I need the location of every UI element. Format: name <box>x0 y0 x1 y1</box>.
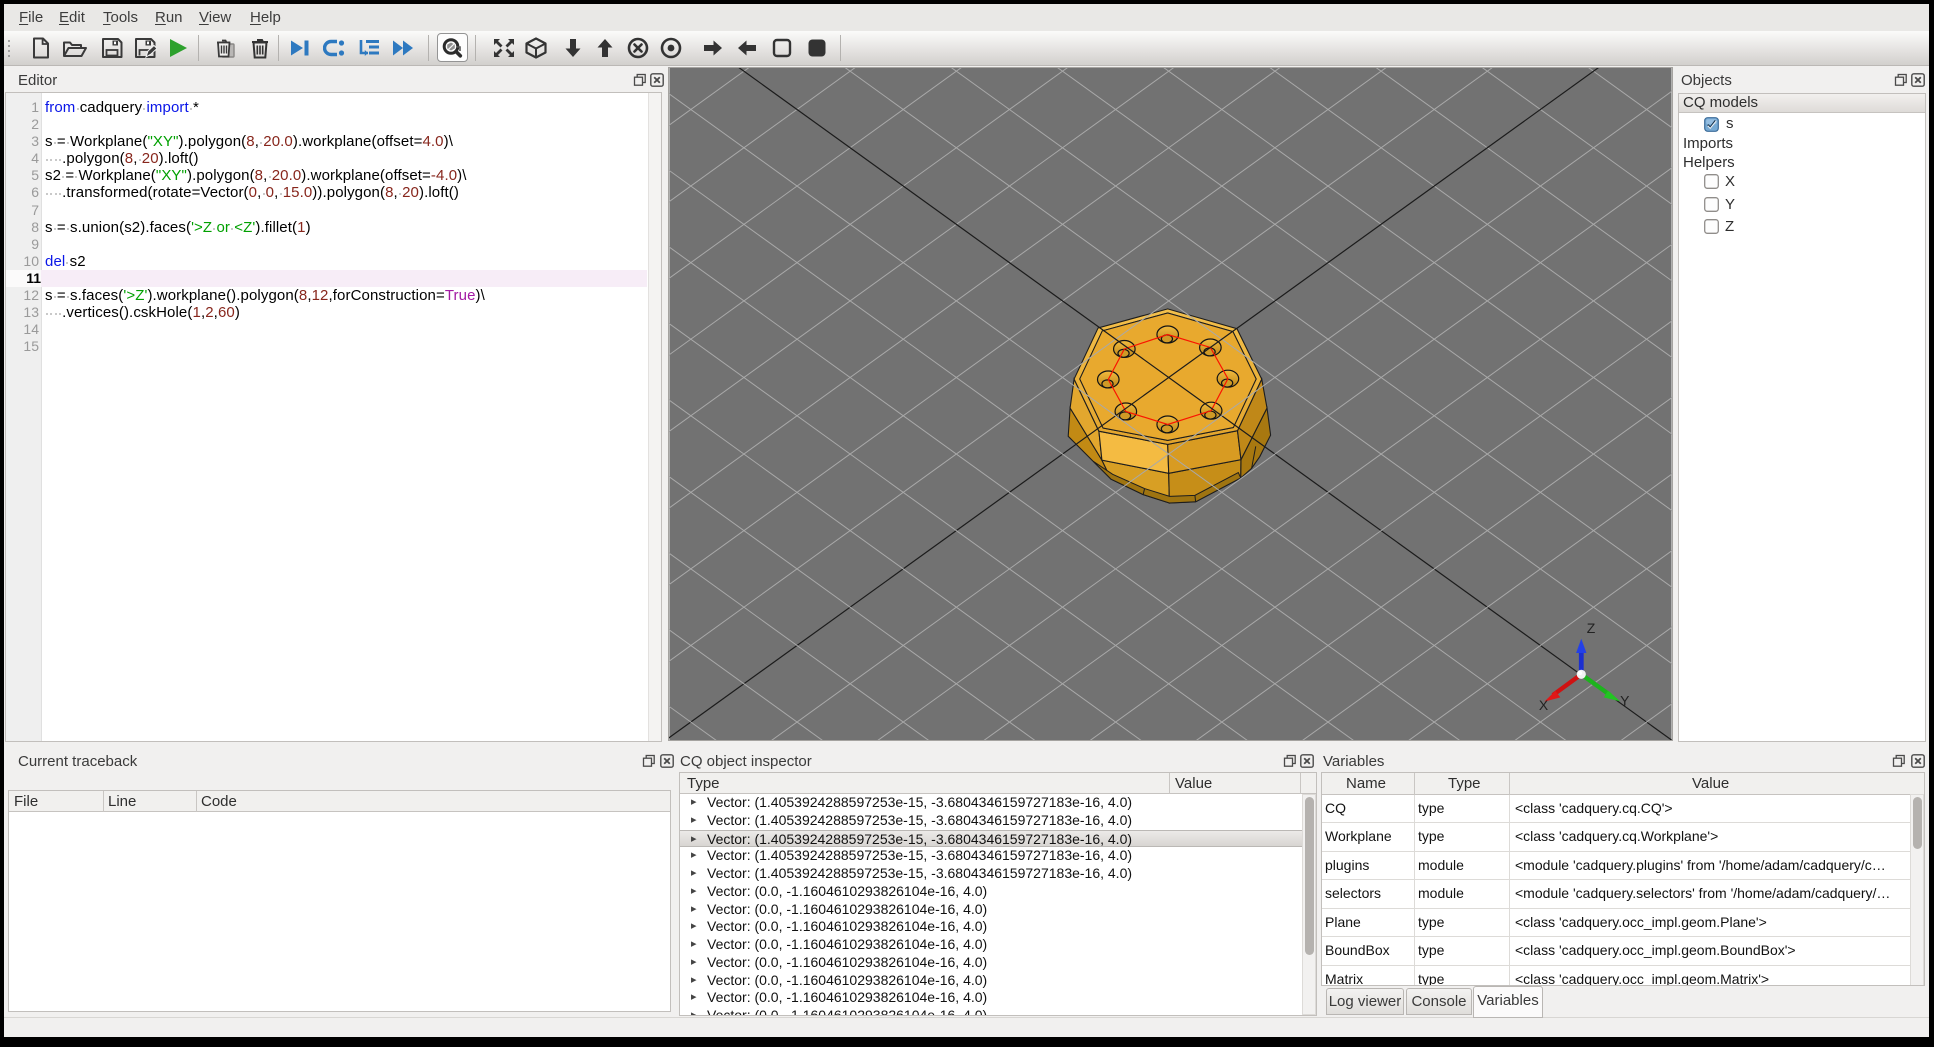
svg-text:Y: Y <box>1620 693 1629 709</box>
svg-text:X: X <box>1539 697 1548 713</box>
svg-text:Z: Z <box>1587 620 1596 636</box>
